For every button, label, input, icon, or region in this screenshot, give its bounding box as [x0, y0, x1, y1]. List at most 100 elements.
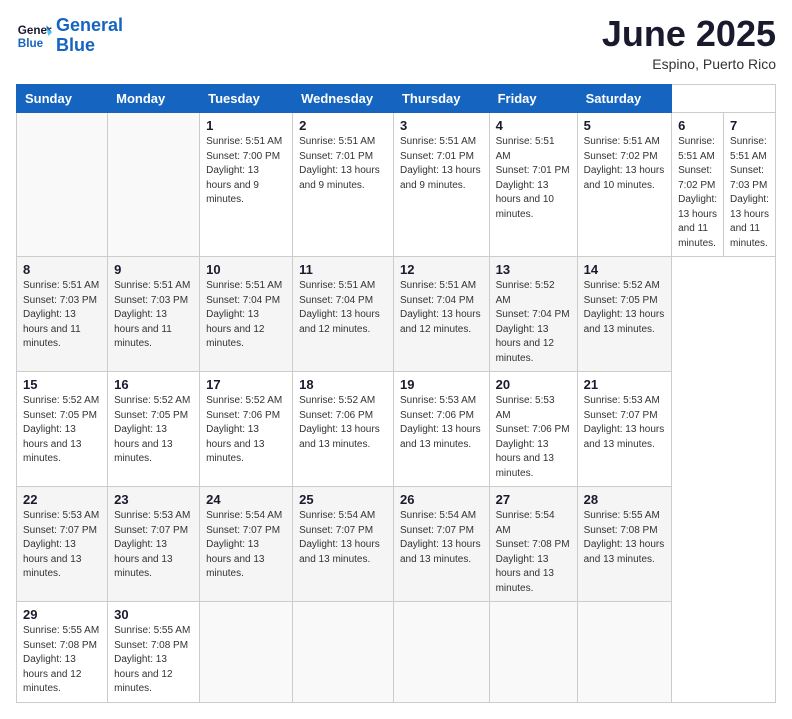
day-number: 30 [114, 607, 193, 622]
logo-icon: General Blue [16, 18, 52, 54]
table-row: 17 Sunrise: 5:52 AMSunset: 7:06 PMDayligh… [200, 372, 293, 487]
day-info: Sunrise: 5:54 AMSunset: 7:07 PMDaylight:… [299, 509, 387, 567]
col-wednesday: Wednesday [293, 85, 394, 113]
table-row: 28 Sunrise: 5:55 AMSunset: 7:08 PMDayligh… [577, 487, 672, 602]
day-number: 18 [299, 377, 387, 392]
day-number: 14 [584, 262, 666, 277]
day-number: 15 [23, 377, 101, 392]
table-row: 21 Sunrise: 5:53 AMSunset: 7:07 PMDayligh… [577, 372, 672, 487]
day-info: Sunrise: 5:53 AMSunset: 7:06 PMDaylight:… [496, 394, 571, 481]
calendar-row: 15 Sunrise: 5:52 AMSunset: 7:05 PMDayligh… [17, 372, 776, 487]
day-info: Sunrise: 5:51 AMSunset: 7:01 PMDaylight:… [496, 135, 571, 222]
table-row: 8 Sunrise: 5:51 AMSunset: 7:03 PMDaylight… [17, 257, 108, 372]
day-info: Sunrise: 5:51 AMSunset: 7:01 PMDaylight:… [400, 135, 483, 193]
table-row: 10Sunrise: 5:51 AMSunset: 7:04 PMDayligh… [200, 257, 293, 372]
day-info: Sunrise: 5:51 AMSunset: 7:02 PMDaylight:… [678, 135, 717, 251]
table-row: 6Sunrise: 5:51 AMSunset: 7:02 PMDaylight… [672, 113, 724, 257]
day-info: Sunrise: 5:52 AMSunset: 7:05 PMDaylight:… [114, 394, 193, 467]
day-info: Sunrise: 5:55 AMSunset: 7:08 PMDaylight:… [23, 624, 101, 697]
day-info: Sunrise: 5:53 AMSunset: 7:06 PMDaylight:… [400, 394, 483, 452]
day-info: Sunrise: 5:53 AMSunset: 7:07 PMDaylight:… [584, 394, 666, 452]
day-info: Sunrise: 5:54 AMSunset: 7:07 PMDaylight:… [400, 509, 483, 567]
page-header: General Blue GeneralBlue June 2025 Espin… [16, 16, 776, 72]
day-info: Sunrise: 5:52 AMSunset: 7:06 PMDaylight:… [299, 394, 387, 452]
day-number: 26 [400, 492, 483, 507]
col-friday: Friday [489, 85, 577, 113]
table-row: 25Sunrise: 5:54 AMSunset: 7:07 PMDayligh… [293, 487, 394, 602]
day-info: Sunrise: 5:55 AMSunset: 7:08 PMDaylight:… [584, 509, 666, 567]
day-number: 19 [400, 377, 483, 392]
day-number: 4 [496, 118, 571, 133]
day-number: 22 [23, 492, 101, 507]
day-number: 24 [206, 492, 286, 507]
table-row: 14Sunrise: 5:52 AMSunset: 7:05 PMDayligh… [577, 257, 672, 372]
day-info: Sunrise: 5:51 AMSunset: 7:03 PMDaylight:… [730, 135, 769, 251]
table-row: 11 Sunrise: 5:51 AMSunset: 7:04 PMDayligh… [293, 257, 394, 372]
month-title: June 2025 [602, 16, 776, 52]
day-number: 1 [206, 118, 286, 133]
day-info: Sunrise: 5:54 AMSunset: 7:07 PMDaylight:… [206, 509, 286, 582]
col-tuesday: Tuesday [200, 85, 293, 113]
day-info: Sunrise: 5:51 AMSunset: 7:03 PMDaylight:… [114, 279, 193, 352]
calendar-row: 22 Sunrise: 5:53 AMSunset: 7:07 PMDayligh… [17, 487, 776, 602]
calendar-table: Sunday Monday Tuesday Wednesday Thursday… [16, 84, 776, 703]
table-row [293, 602, 394, 703]
table-row: 22Sunrise: 5:53 AMSunset: 7:07 PMDayligh… [17, 487, 108, 602]
table-row: 3Sunrise: 5:51 AMSunset: 7:01 PMDaylight… [393, 113, 489, 257]
table-row: 24 Sunrise: 5:54 AMSunset: 7:07 PMDayligh… [200, 487, 293, 602]
day-info: Sunrise: 5:51 AMSunset: 7:01 PMDaylight:… [299, 135, 387, 193]
logo: General Blue GeneralBlue [16, 16, 123, 56]
table-row: 15 Sunrise: 5:52 AMSunset: 7:05 PMDayligh… [17, 372, 108, 487]
day-number: 21 [584, 377, 666, 392]
table-row: 5 Sunrise: 5:51 AMSunset: 7:02 PMDaylight… [577, 113, 672, 257]
day-info: Sunrise: 5:51 AMSunset: 7:00 PMDaylight:… [206, 135, 286, 208]
table-row: 1 Sunrise: 5:51 AMSunset: 7:00 PMDaylight… [200, 113, 293, 257]
calendar-row: 1 Sunrise: 5:51 AMSunset: 7:00 PMDaylight… [17, 113, 776, 257]
day-number: 7 [730, 118, 769, 133]
day-number: 2 [299, 118, 387, 133]
table-row: 12Sunrise: 5:51 AMSunset: 7:04 PMDayligh… [393, 257, 489, 372]
table-row [200, 602, 293, 703]
day-info: Sunrise: 5:51 AMSunset: 7:02 PMDaylight:… [584, 135, 666, 193]
table-row: 19 Sunrise: 5:53 AMSunset: 7:06 PMDayligh… [393, 372, 489, 487]
day-number: 17 [206, 377, 286, 392]
day-info: Sunrise: 5:51 AMSunset: 7:03 PMDaylight:… [23, 279, 101, 352]
table-row: 26 Sunrise: 5:54 AMSunset: 7:07 PMDayligh… [393, 487, 489, 602]
day-info: Sunrise: 5:52 AMSunset: 7:04 PMDaylight:… [496, 279, 571, 366]
table-row: 29 Sunrise: 5:55 AMSunset: 7:08 PMDayligh… [17, 602, 108, 703]
day-number: 9 [114, 262, 193, 277]
title-block: June 2025 Espino, Puerto Rico [602, 16, 776, 72]
table-row: 2 Sunrise: 5:51 AMSunset: 7:01 PMDaylight… [293, 113, 394, 257]
table-row: 9 Sunrise: 5:51 AMSunset: 7:03 PMDaylight… [108, 257, 200, 372]
table-row: 30Sunrise: 5:55 AMSunset: 7:08 PMDayligh… [108, 602, 200, 703]
day-number: 20 [496, 377, 571, 392]
day-number: 27 [496, 492, 571, 507]
day-number: 16 [114, 377, 193, 392]
day-number: 10 [206, 262, 286, 277]
day-info: Sunrise: 5:53 AMSunset: 7:07 PMDaylight:… [114, 509, 193, 582]
table-row [393, 602, 489, 703]
svg-text:Blue: Blue [18, 37, 44, 50]
col-sunday: Sunday [17, 85, 108, 113]
table-row: 4 Sunrise: 5:51 AMSunset: 7:01 PMDaylight… [489, 113, 577, 257]
calendar-row: 8 Sunrise: 5:51 AMSunset: 7:03 PMDaylight… [17, 257, 776, 372]
day-info: Sunrise: 5:52 AMSunset: 7:05 PMDaylight:… [23, 394, 101, 467]
day-number: 29 [23, 607, 101, 622]
col-monday: Monday [108, 85, 200, 113]
table-row [577, 602, 672, 703]
day-info: Sunrise: 5:51 AMSunset: 7:04 PMDaylight:… [400, 279, 483, 337]
table-row: 20 Sunrise: 5:53 AMSunset: 7:06 PMDayligh… [489, 372, 577, 487]
day-number: 11 [299, 262, 387, 277]
table-row [489, 602, 577, 703]
col-saturday: Saturday [577, 85, 672, 113]
table-row [17, 113, 108, 257]
day-number: 28 [584, 492, 666, 507]
day-number: 5 [584, 118, 666, 133]
day-number: 8 [23, 262, 101, 277]
table-row: 27Sunrise: 5:54 AMSunset: 7:08 PMDayligh… [489, 487, 577, 602]
day-number: 13 [496, 262, 571, 277]
day-info: Sunrise: 5:52 AMSunset: 7:06 PMDaylight:… [206, 394, 286, 467]
day-info: Sunrise: 5:51 AMSunset: 7:04 PMDaylight:… [299, 279, 387, 337]
col-thursday: Thursday [393, 85, 489, 113]
table-row: 18 Sunrise: 5:52 AMSunset: 7:06 PMDayligh… [293, 372, 394, 487]
